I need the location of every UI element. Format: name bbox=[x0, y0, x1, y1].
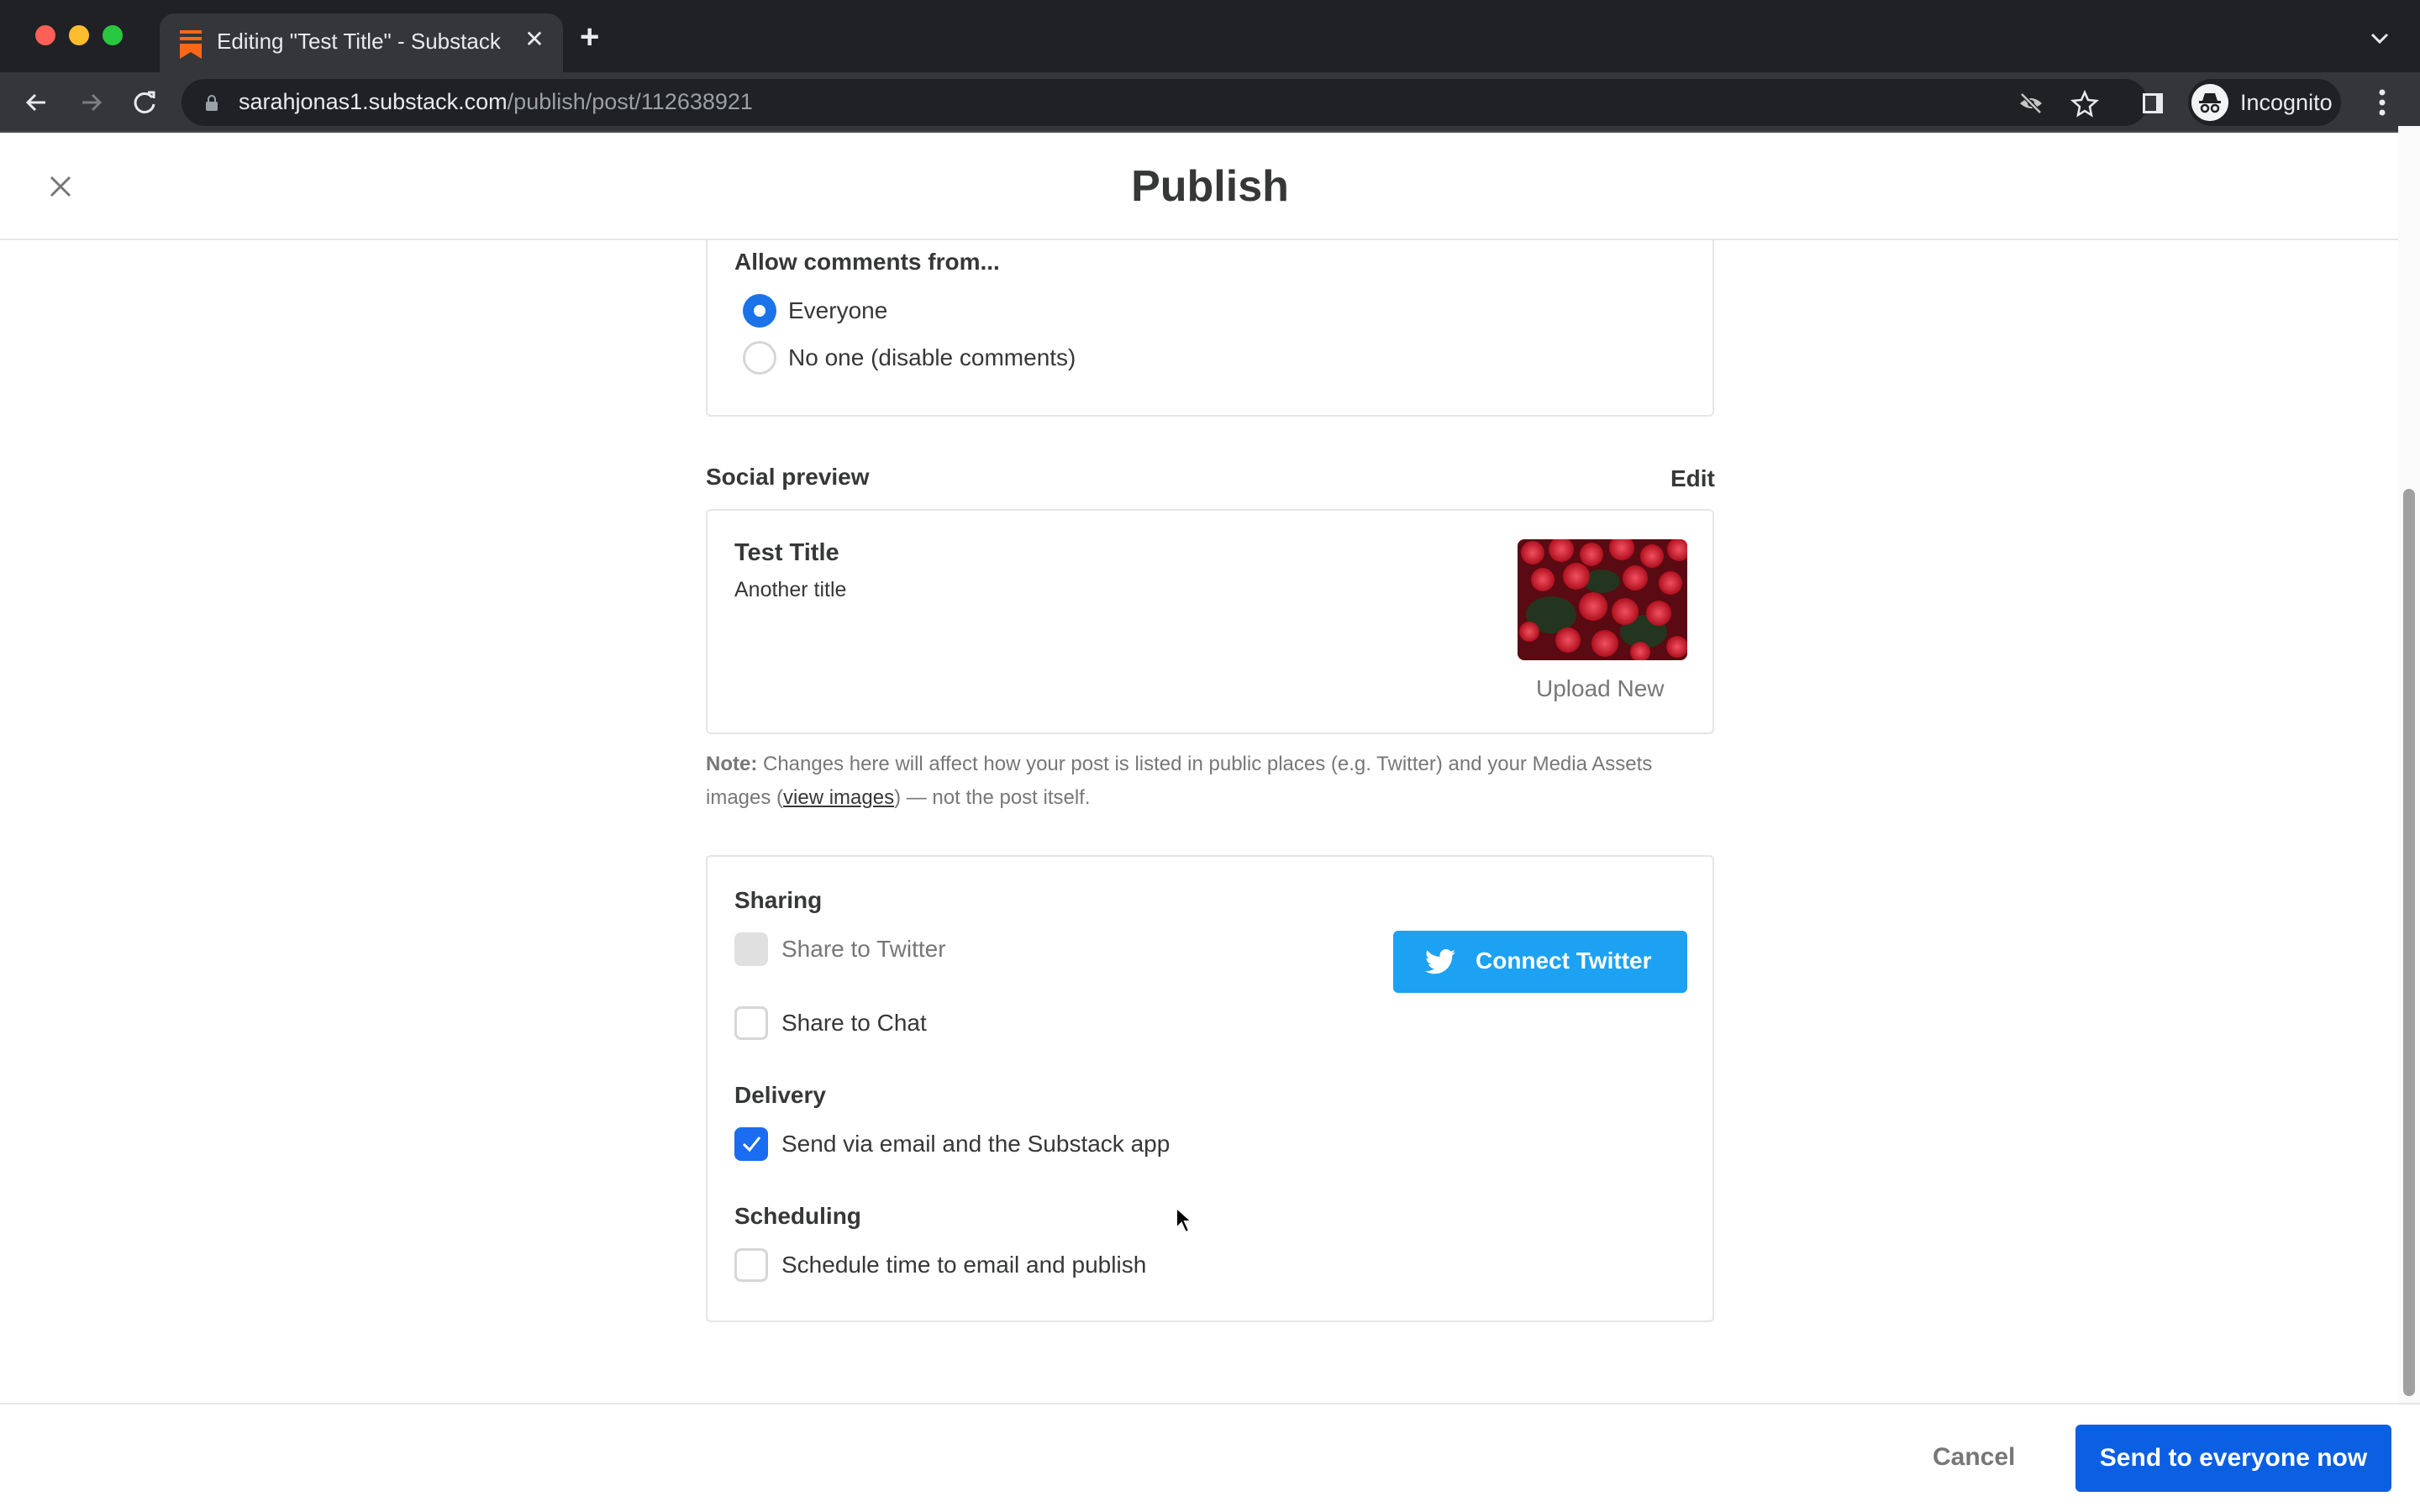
upload-new-image-button[interactable]: Upload New bbox=[1536, 675, 1665, 702]
view-images-link[interactable]: view images bbox=[783, 786, 894, 809]
scrollbar-thumb[interactable] bbox=[2403, 489, 2415, 1396]
tab-close-icon[interactable]: ✕ bbox=[521, 25, 548, 55]
comments-label: Allow comments from... bbox=[734, 249, 1000, 275]
new-tab-button[interactable]: + bbox=[580, 20, 599, 54]
url-text[interactable]: sarahjonas1.substack.com/publish/post/11… bbox=[239, 89, 753, 115]
connect-twitter-button[interactable]: Connect Twitter bbox=[1393, 931, 1687, 993]
eye-off-icon[interactable] bbox=[2017, 89, 2045, 118]
reload-icon[interactable] bbox=[128, 86, 161, 119]
chevron-down-icon[interactable] bbox=[2370, 30, 2390, 47]
address-bar[interactable]: sarahjonas1.substack.com/publish/post/11… bbox=[182, 79, 2148, 126]
scheduling-label: Scheduling bbox=[734, 1203, 861, 1229]
page-title: Publish bbox=[1131, 162, 1289, 211]
social-preview-label: Social preview bbox=[706, 464, 870, 490]
window-close-button[interactable] bbox=[35, 25, 55, 45]
mouse-cursor-icon bbox=[1176, 1206, 1194, 1234]
side-panel-icon[interactable] bbox=[2139, 89, 2168, 118]
forward-arrow-icon[interactable] bbox=[74, 86, 108, 119]
publish-footer: Cancel Send to everyone now bbox=[0, 1403, 2420, 1512]
share-chat-label[interactable]: Share to Chat bbox=[781, 1010, 927, 1037]
share-twitter-label: Share to Twitter bbox=[781, 936, 946, 962]
incognito-icon bbox=[2191, 84, 2228, 121]
comments-settings-card: Allow comments from... Everyone No one (… bbox=[706, 240, 1714, 417]
send-email-label[interactable]: Send via email and the Substack app bbox=[781, 1131, 1170, 1158]
lock-icon bbox=[206, 95, 218, 111]
window-minimize-button[interactable] bbox=[69, 25, 89, 45]
send-to-everyone-button[interactable]: Send to everyone now bbox=[2075, 1425, 2391, 1492]
connect-twitter-label: Connect Twitter bbox=[1476, 948, 1652, 974]
page-scrollbar[interactable] bbox=[2398, 126, 2420, 1403]
substack-logo-icon bbox=[180, 30, 202, 59]
incognito-label: Incognito bbox=[2240, 90, 2333, 115]
twitter-bird-icon bbox=[1425, 949, 1455, 974]
publish-header: Publish bbox=[0, 133, 2420, 240]
window-zoom-button[interactable] bbox=[103, 25, 123, 45]
browser-tabstrip: Editing "Test Title" - Substack ✕ + bbox=[0, 0, 2420, 72]
cancel-button[interactable]: Cancel bbox=[1933, 1443, 2015, 1472]
radio-no-one[interactable] bbox=[743, 341, 776, 375]
browser-toolbar: sarahjonas1.substack.com/publish/post/11… bbox=[0, 72, 2420, 133]
preview-title: Test Title bbox=[734, 539, 839, 566]
share-chat-checkbox[interactable] bbox=[734, 1006, 768, 1040]
incognito-profile-button[interactable]: Incognito bbox=[2188, 79, 2341, 126]
sharing-delivery-card: Sharing Share to Twitter Connect Twitter… bbox=[706, 855, 1714, 1322]
back-arrow-icon[interactable] bbox=[20, 86, 54, 119]
tab-title: Editing "Test Title" - Substack bbox=[217, 29, 501, 54]
checkmark-icon bbox=[742, 1137, 761, 1152]
sharing-label: Sharing bbox=[734, 887, 823, 913]
browser-tab-active[interactable]: Editing "Test Title" - Substack ✕ bbox=[160, 13, 563, 72]
preview-image[interactable] bbox=[1518, 539, 1687, 660]
social-preview-card: Test Title Another title Upload New bbox=[706, 509, 1714, 734]
radio-no-one-label[interactable]: No one (disable comments) bbox=[788, 344, 1076, 371]
radio-everyone-label[interactable]: Everyone bbox=[788, 297, 887, 324]
send-email-checkbox[interactable] bbox=[734, 1127, 768, 1161]
schedule-checkbox[interactable] bbox=[734, 1248, 768, 1282]
radio-everyone[interactable] bbox=[743, 294, 776, 328]
delivery-label: Delivery bbox=[734, 1082, 826, 1108]
social-preview-note: Note: Changes here will affect how your … bbox=[706, 753, 1653, 809]
share-twitter-checkbox[interactable] bbox=[734, 932, 768, 966]
schedule-label[interactable]: Schedule time to email and publish bbox=[781, 1252, 1146, 1278]
preview-subtitle: Another title bbox=[734, 578, 847, 601]
more-vert-icon[interactable] bbox=[2371, 86, 2393, 119]
bookmark-star-icon[interactable] bbox=[2070, 89, 2099, 118]
edit-social-preview-button[interactable]: Edit bbox=[1670, 465, 1715, 492]
